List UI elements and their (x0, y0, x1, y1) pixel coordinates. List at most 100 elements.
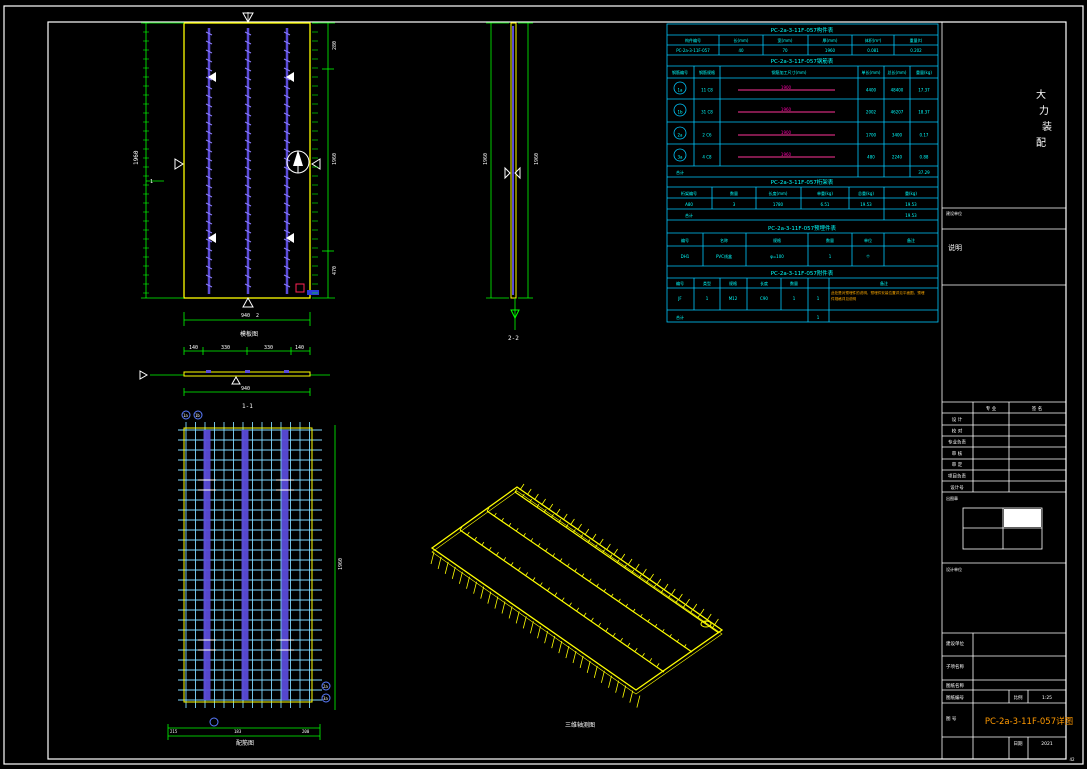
rebar-dim-b: 183 (234, 729, 242, 734)
date-key: 日期 (1014, 741, 1023, 747)
plan-width-dim: 940 (241, 313, 250, 319)
tb-col: 签 名 (1032, 405, 1042, 412)
t2-dim: 1900 (781, 130, 792, 135)
t2-total-label: 合计 (676, 169, 684, 175)
title-char: 力 (1039, 104, 1049, 117)
plan-dimensions (141, 22, 335, 326)
t4-title: PC-2a-3-11F-057预埋件表 (768, 224, 837, 232)
t4-head: 数量 (826, 237, 834, 243)
sec22-dim-left: 1960 (483, 153, 489, 165)
t4-head: 名称 (720, 237, 728, 243)
notes-box-label: 说明 (948, 243, 962, 252)
t4-cell: DH1 (681, 254, 690, 259)
section-mark-1: 1 (150, 179, 153, 185)
t4-head: 单位 (864, 237, 872, 243)
t4-head: 编号 (681, 237, 689, 243)
t2-tot: 46207 (891, 110, 904, 115)
t1-cell: 0.081 (867, 48, 879, 53)
rebar-dim-height: 1960 (338, 558, 344, 570)
scale-key: 比例 (1014, 694, 1023, 701)
t2-len: 2002 (866, 110, 877, 115)
rebar-mark-3a: 3a (323, 696, 328, 701)
rebar-mark-2a: 2a (323, 684, 328, 689)
t2-dim: 1960 (781, 152, 792, 157)
plan-dim-bot: 470 (332, 266, 338, 275)
t5-cell: 1 (793, 296, 796, 301)
t3-head: 总重(kg) (858, 190, 874, 196)
t2-head: 单长(mm) (862, 69, 881, 75)
t2-len: 4400 (866, 88, 877, 93)
title-char: 大 (1036, 88, 1046, 101)
t5-head: 备注 (880, 280, 888, 286)
t2-id: 3a (678, 155, 684, 160)
tb-row: 校 对 (952, 427, 963, 434)
t2-id: 2a (678, 133, 684, 138)
t3-cell: A80 (685, 202, 693, 207)
t5-cell: C90 (760, 296, 768, 301)
t2-len: 1700 (866, 133, 877, 138)
cad-drawing: 1960 280 1960 470 940 模板图 1 2 140 330 33… (3, 5, 1084, 765)
t3-cell: 合计 (685, 212, 693, 218)
t2-head: 钢筋加工尺寸(mm) (772, 69, 807, 75)
t3-cell: 1780 (773, 202, 784, 207)
outer-frame (3, 5, 1084, 765)
tb-label: 设计单位 (946, 566, 962, 572)
tb-row: 审 核 (952, 450, 963, 457)
t2-total: 37.29 (918, 170, 930, 175)
sec11-dim-c: 330 (264, 345, 273, 351)
t2-wt: 17.37 (918, 88, 930, 93)
tb-row: 审 定 (952, 461, 963, 468)
t1-head: 体积(m³) (865, 37, 882, 43)
t3-cell: 19.53 (905, 202, 917, 207)
rebar-shape-lines (738, 89, 835, 158)
t2-dim: 1960 (781, 107, 792, 112)
section-1-1: 140 330 330 140 940 1-1 (139, 345, 330, 410)
t5-head: 长度 (760, 280, 768, 286)
tb-label: 图 号 (946, 716, 957, 722)
t2-title: PC-2a-3-11F-057钢筋表 (771, 57, 834, 65)
date-val: 2021 (1041, 741, 1053, 747)
t4-head: 备注 (907, 237, 915, 243)
north-arrow-icon (286, 150, 310, 174)
t1-head: 宽(mm) (778, 37, 793, 43)
section-2-2: 1960 1960 2-2 (483, 22, 540, 342)
drawing-title: PC-2a-3-11F-057详图 (985, 716, 1073, 727)
sec11-dim-a: 140 (189, 345, 198, 351)
t4-head: 规格 (773, 237, 781, 243)
t1-cell: 70 (782, 48, 788, 53)
t3-cell: 19.53 (860, 202, 872, 207)
iso-view: 三维轴测图 (430, 483, 724, 729)
project-label: 建设单位 (946, 210, 962, 216)
t4-cell: 1 (829, 254, 832, 259)
t5-head: 类型 (703, 280, 711, 286)
t5-cell: 1 (706, 296, 709, 301)
tb-col: 专 业 (986, 405, 997, 412)
t2-spec: 2 C6 (702, 133, 712, 138)
sign-label: 出图章 (946, 495, 958, 501)
tb-row: 项目负责 (948, 473, 966, 480)
t2-wt: 0.88 (920, 155, 929, 160)
t3-head: 数量 (730, 190, 738, 196)
t2-wt: 18.37 (918, 110, 930, 115)
t5-cell: M12 (729, 296, 738, 301)
tb-row: 设计号 (950, 484, 964, 491)
rebar-dim-d: 200 (302, 729, 310, 734)
t5-head: 规格 (729, 280, 737, 286)
t2-head: 重量(kg) (916, 69, 932, 75)
t2-id: 1b (677, 110, 683, 115)
sec11-dim-total: 940 (241, 386, 250, 392)
t2-tot: 2240 (892, 155, 903, 160)
t3-head: 长度(mm) (769, 190, 788, 196)
t2-tot: 48400 (891, 88, 904, 93)
t1-head: 重量(t) (910, 37, 923, 43)
t2-spec: 31 C8 (701, 110, 713, 115)
title-char: 配 (1036, 137, 1046, 149)
plan-dim-mid: 1960 (332, 153, 338, 165)
plan-ticks-right (312, 22, 318, 294)
plan-label: 模板图 (240, 330, 258, 338)
tb-label: 建设单位 (946, 640, 964, 647)
t1-head: 长(mm) (734, 37, 749, 43)
sign-box-fill (1004, 509, 1041, 527)
t5-cell: JF (677, 296, 682, 301)
tb-label: 图纸名称 (946, 682, 964, 689)
